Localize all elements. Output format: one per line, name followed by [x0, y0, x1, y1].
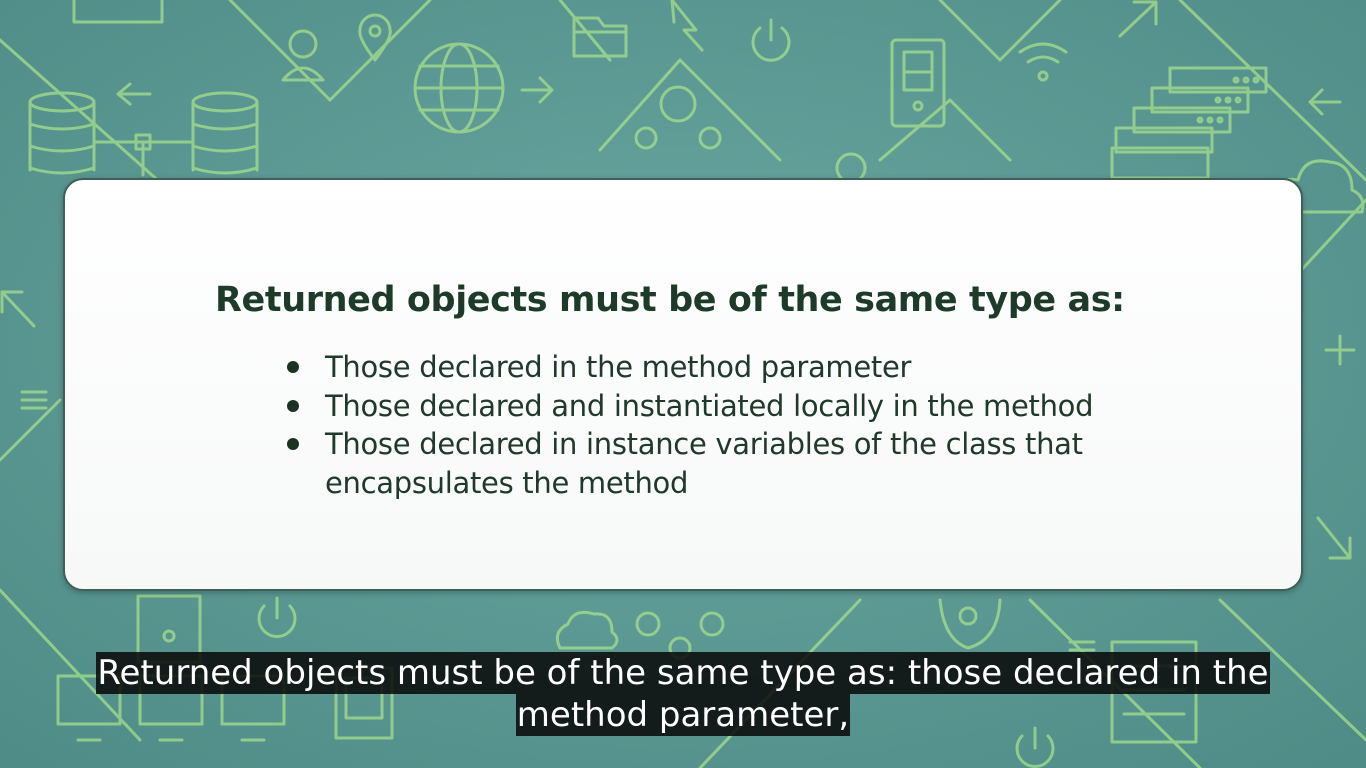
bullet-icon [287, 438, 299, 450]
bullet-text-continuation: encapsulates the method [325, 465, 689, 500]
bullet-text: Those declared in instance variables of … [325, 427, 1083, 461]
caption-line-1: Returned objects must be of the same typ… [96, 652, 1270, 694]
slide-title: Returned objects must be of the same typ… [215, 280, 1125, 320]
bullet-text: Those declared and instantiated locally … [325, 388, 1094, 423]
bullet-item: Those declared in instance variables of … [287, 425, 1187, 502]
bullet-icon [287, 361, 299, 373]
bullet-item: Those declared and instantiated locally … [287, 387, 1187, 426]
bullet-icon [287, 399, 299, 412]
caption-line-2: method parameter, [515, 694, 851, 736]
slide-card: Returned objects must be of the same typ… [63, 178, 1303, 591]
bullet-text: Those declared in the method parameter [325, 350, 912, 384]
bullet-list: Those declared in the method parameter T… [287, 348, 1187, 502]
subtitle-caption: Returned objects must be of the same typ… [40, 652, 1326, 736]
bullet-item: Those declared in the method parameter [287, 348, 1187, 387]
